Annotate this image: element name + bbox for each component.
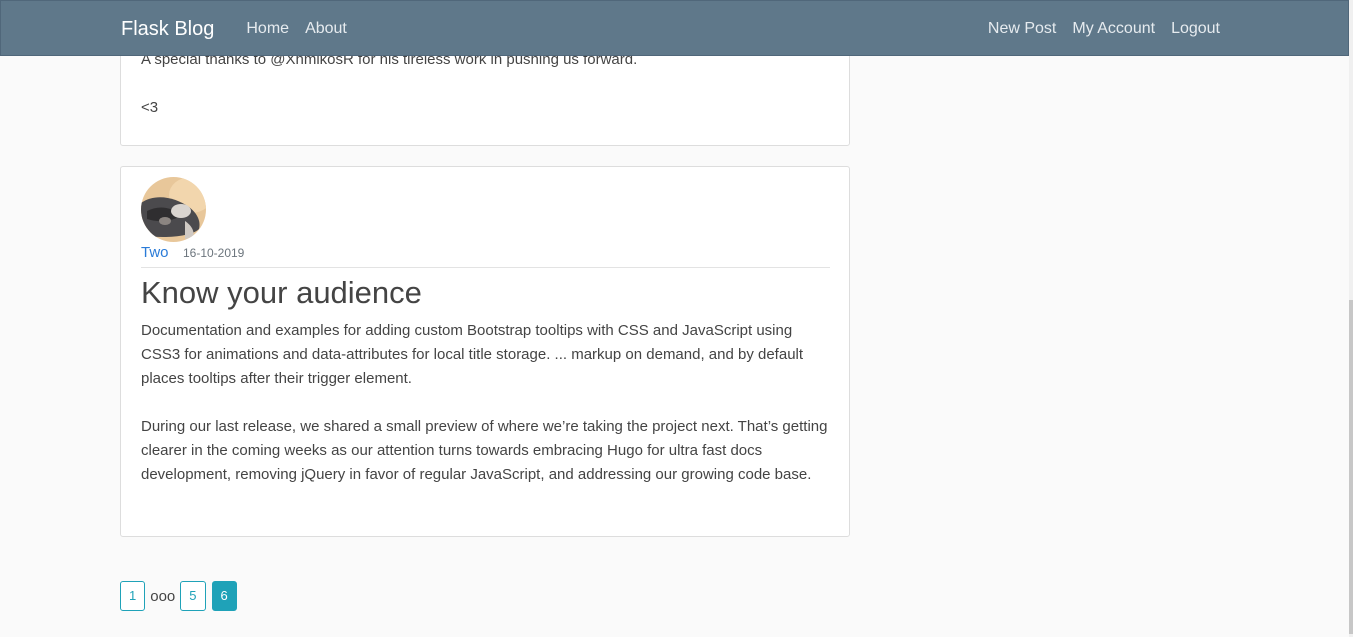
post-content-line: <3 xyxy=(141,99,159,116)
post-card: Two 16-10-2019 Know your audience Docume… xyxy=(120,166,850,537)
navbar-right-group: New Post My Account Logout xyxy=(988,20,1220,38)
avatar-image xyxy=(141,177,206,242)
navbar-inner: Flask Blog Home About New Post My Accoun… xyxy=(121,1,1220,57)
page-button-current[interactable]: 6 xyxy=(211,581,237,611)
page-scrollbar[interactable] xyxy=(1349,0,1353,637)
post-author-link[interactable]: Two xyxy=(141,244,169,261)
nav-logout-link[interactable]: Logout xyxy=(1171,20,1220,38)
post-paragraph: During our last release, we shared a sma… xyxy=(141,418,828,483)
page-button-prev[interactable]: 5 xyxy=(180,581,206,611)
nav-new-post-link[interactable]: New Post xyxy=(988,20,1056,38)
author-avatar xyxy=(141,177,206,242)
scrollbar-thumb[interactable] xyxy=(1349,300,1353,634)
post-meta: Two 16-10-2019 xyxy=(141,244,830,268)
pagination-ellipsis: ooo xyxy=(150,587,176,605)
brand-link[interactable]: Flask Blog xyxy=(121,18,214,41)
post-paragraph: Documentation and examples for adding cu… xyxy=(141,322,804,387)
post-date: 16-10-2019 xyxy=(182,246,245,260)
pagination: 1 ooo 5 6 xyxy=(120,581,237,611)
page-button-first[interactable]: 1 xyxy=(120,581,146,611)
nav-my-account-link[interactable]: My Account xyxy=(1072,20,1155,38)
top-navbar: Flask Blog Home About New Post My Accoun… xyxy=(0,0,1349,56)
post-title[interactable]: Know your audience xyxy=(141,273,422,313)
nav-home-link[interactable]: Home xyxy=(246,20,289,38)
nav-about-link[interactable]: About xyxy=(305,20,347,38)
